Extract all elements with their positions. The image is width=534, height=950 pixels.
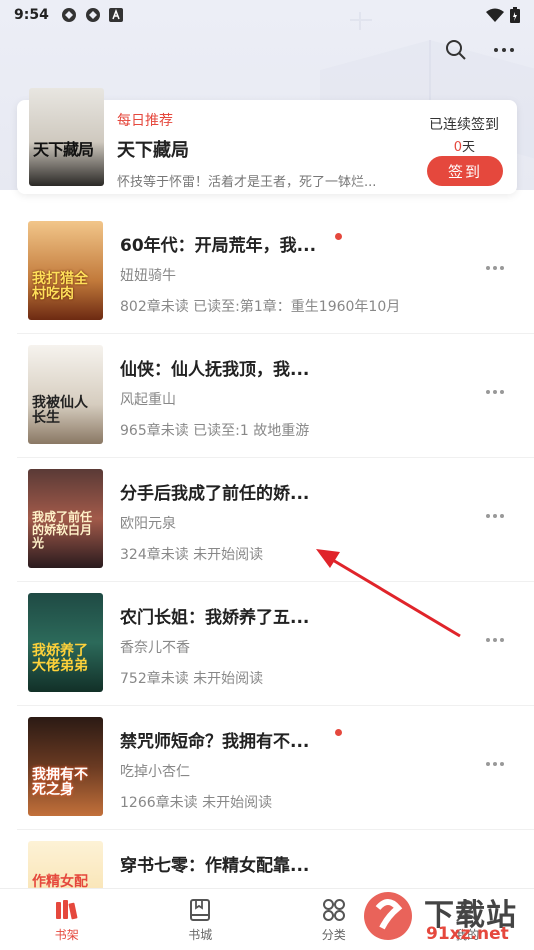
watermark-logo-icon (364, 892, 412, 940)
book-progress: 324章未读 未开始阅读 (120, 547, 264, 563)
book-title: 60年代：开局荒年，我... (120, 236, 317, 256)
book-row[interactable]: 我打猎全村吃肉 60年代：开局荒年，我... 妞妞骑牛 802章未读 已读至:第… (17, 210, 534, 334)
book-progress: 1266章未读 未开始阅读 (120, 795, 273, 811)
status-time: 9:54 (14, 7, 49, 23)
book-author: 吃掉小杏仁 (120, 764, 190, 780)
app-notification-icon (61, 8, 76, 22)
site-watermark: 下载站 91xz.net (360, 888, 530, 948)
checkin-button[interactable]: 签到 (427, 156, 503, 186)
cover-title: 我被仙人长生 (32, 395, 88, 426)
book-progress: 802章未读 已读至:第1章：重生1960年10月 (120, 299, 401, 315)
cover-title: 我成了前任的娇软白月光 (32, 510, 93, 550)
daily-cover-title: 天下藏局 (33, 140, 94, 159)
checkin-days: 0天 (454, 136, 475, 155)
book-row[interactable]: 我拥有不死之身 禁咒师短命？我拥有不... 吃掉小杏仁 1266章未读 未开始阅… (17, 706, 534, 830)
category-grid-icon (322, 898, 345, 921)
bookshelf-icon (55, 899, 78, 919)
checkin-label: 已连续签到 (429, 117, 499, 133)
daily-book-title[interactable]: 天下藏局 (117, 136, 189, 162)
book-author: 风起重山 (120, 392, 176, 408)
nav-bookstore[interactable]: 书城 (134, 889, 268, 950)
unread-dot (335, 233, 342, 240)
nav-bookshelf[interactable]: 书架 (0, 889, 134, 950)
nav-label: 书架 (54, 927, 79, 942)
app-notification-icon (85, 8, 100, 22)
book-cover[interactable]: 我成了前任的娇软白月光 (28, 469, 103, 568)
book-row[interactable]: 我娇养了大佬弟弟 农门长姐：我娇养了五... 香奈儿不香 752章未读 未开始阅… (17, 582, 534, 706)
book-row[interactable]: 我被仙人长生 仙侠：仙人抚我顶，我... 风起重山 965章未读 已读至:1 故… (17, 334, 534, 458)
book-title: 农门长姐：我娇养了五... (120, 608, 310, 628)
status-bar: 9:54 (0, 0, 534, 30)
book-progress: 752章未读 未开始阅读 (120, 671, 264, 687)
cover-title: 我打猎全村吃肉 (32, 271, 88, 302)
top-actions (444, 38, 516, 62)
notification-icons (61, 7, 123, 23)
book-cover[interactable]: 我娇养了大佬弟弟 (28, 593, 103, 692)
more-options-icon[interactable] (486, 638, 504, 644)
checkin-days-count: 0 (453, 140, 462, 155)
book-title: 仙侠：仙人抚我顶，我... (120, 360, 310, 380)
cover-title: 我拥有不死之身 (32, 767, 88, 798)
daily-recommendation-card[interactable]: 天下藏局 每日推荐 天下藏局 怀技等于怀雷！活着才是王者，死了一钵烂... 已连… (17, 88, 517, 194)
book-author: 妞妞骑牛 (120, 268, 176, 284)
battery-icon (510, 7, 520, 23)
unread-dot (335, 729, 342, 736)
more-options-icon[interactable] (486, 266, 504, 272)
cover-title: 我娇养了大佬弟弟 (32, 643, 88, 674)
book-author: 欧阳元泉 (120, 516, 176, 532)
wifi-icon (486, 8, 504, 22)
book-title: 禁咒师短命？我拥有不... (120, 732, 310, 752)
daily-book-description: 怀技等于怀雷！活着才是王者，死了一钵烂... (117, 175, 377, 190)
more-options-icon[interactable] (486, 390, 504, 396)
book-title: 穿书七零：作精女配靠... (120, 856, 310, 876)
daily-tag: 每日推荐 (117, 113, 173, 129)
book-progress: 965章未读 已读至:1 故地重游 (120, 423, 310, 439)
book-icon (190, 898, 211, 921)
more-options-icon[interactable] (486, 514, 504, 520)
system-status-icons (486, 7, 520, 23)
more-options-icon[interactable] (486, 762, 504, 768)
bookshelf-list: 我打猎全村吃肉 60年代：开局荒年，我... 妞妞骑牛 802章未读 已读至:第… (0, 210, 534, 950)
nav-label: 分类 (321, 927, 346, 942)
daily-book-cover[interactable]: 天下藏局 (29, 88, 104, 186)
book-author: 香奈儿不香 (120, 640, 190, 656)
app-a-icon (108, 8, 123, 22)
book-cover[interactable]: 我拥有不死之身 (28, 717, 103, 816)
book-title: 分手后我成了前任的娇... (120, 484, 310, 504)
search-icon[interactable] (444, 38, 468, 62)
nav-label: 书城 (188, 927, 213, 942)
book-cover[interactable]: 我被仙人长生 (28, 345, 103, 444)
book-row[interactable]: 我成了前任的娇软白月光 分手后我成了前任的娇... 欧阳元泉 324章未读 未开… (17, 458, 534, 582)
more-options-icon[interactable] (492, 38, 516, 62)
book-cover[interactable]: 我打猎全村吃肉 (28, 221, 103, 320)
checkin-days-unit: 天 (461, 140, 475, 155)
watermark-url: 91xz.net (426, 924, 509, 944)
